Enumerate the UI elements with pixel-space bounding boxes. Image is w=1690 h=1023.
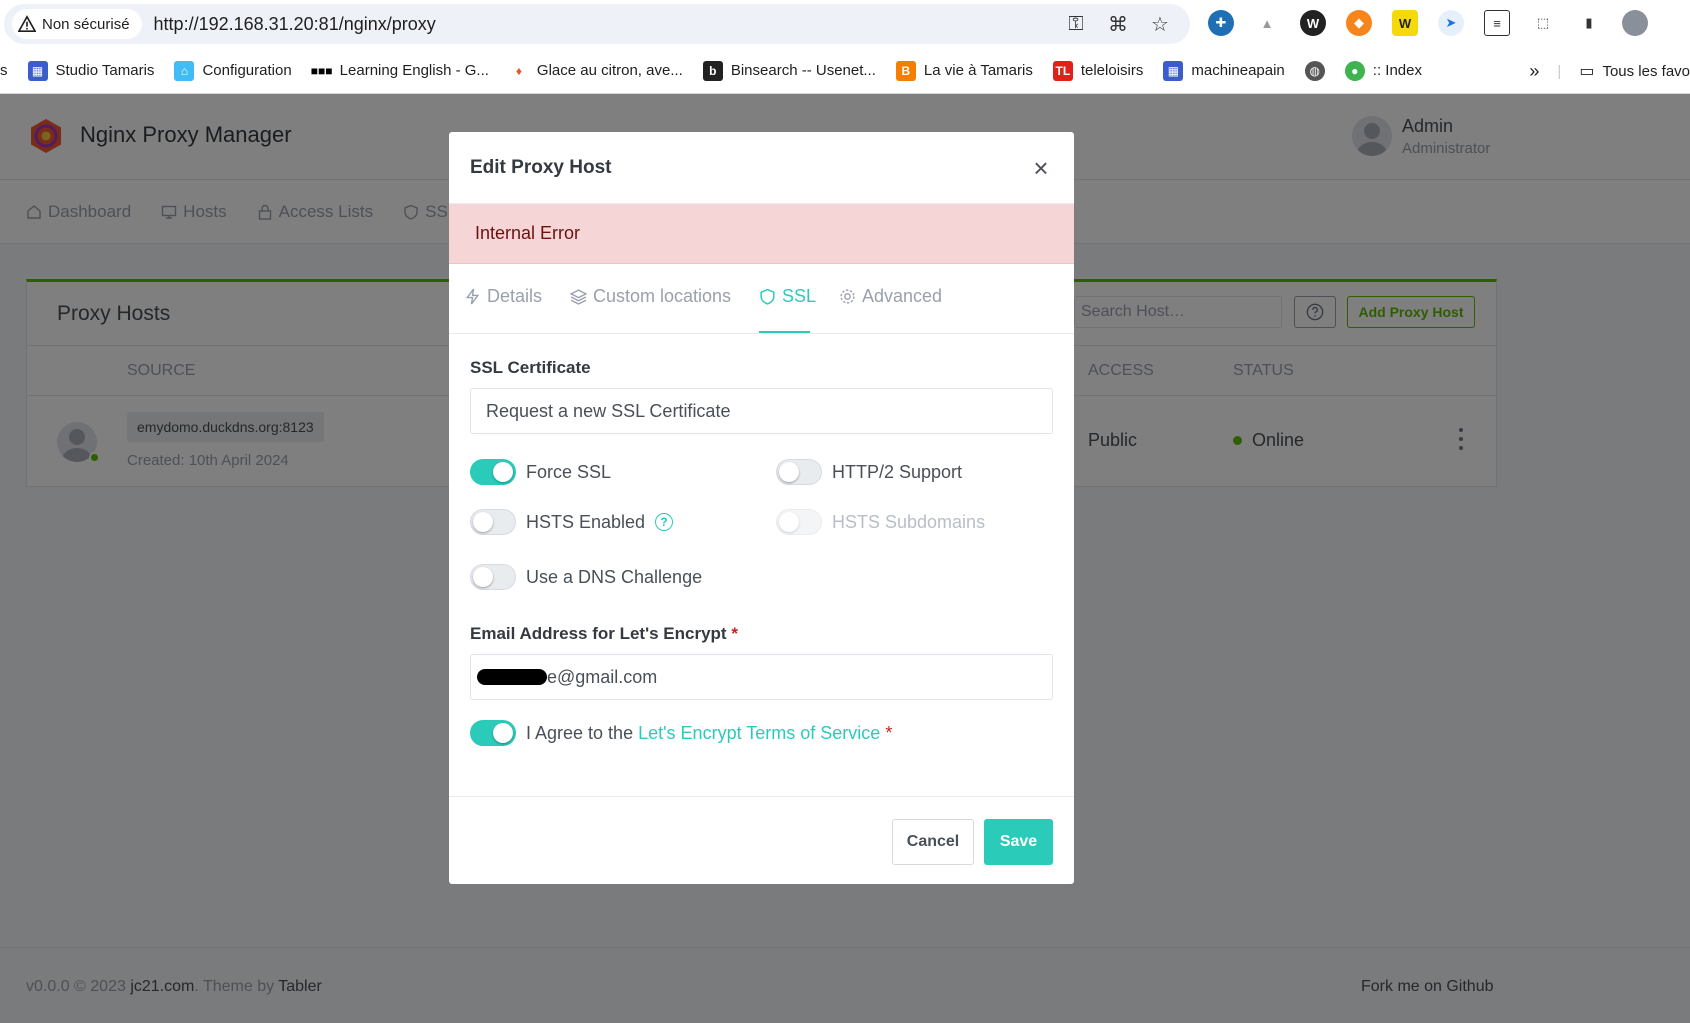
shield-icon xyxy=(760,288,775,305)
layers-icon xyxy=(570,289,587,305)
dns-challenge-switch[interactable] xyxy=(470,564,516,590)
modal-tabs: Details Custom locations SSL Advanced xyxy=(449,264,1074,334)
email-label: Email Address for Let's Encrypt * xyxy=(470,624,738,643)
hsts-subdomains-toggle: HSTS Subdomains xyxy=(776,509,985,535)
bookmark-item[interactable]: s xyxy=(0,62,8,79)
force-ssl-toggle[interactable]: Force SSL xyxy=(470,459,611,485)
puzzle-extension-icon[interactable]: ⬚ xyxy=(1530,10,1556,36)
modal-footer: Cancel Save xyxy=(449,796,1074,884)
binsearch-icon: b xyxy=(702,60,723,81)
bookmark-item[interactable]: ▦ Studio Tamaris xyxy=(27,60,154,81)
translate-icon[interactable]: ⌘ xyxy=(1106,12,1130,36)
error-alert: Internal Error xyxy=(449,204,1074,264)
agree-tos-label: I Agree to the Let's Encrypt Terms of Se… xyxy=(526,722,893,743)
blogger-icon: B xyxy=(895,60,916,81)
dns-challenge-toggle[interactable]: Use a DNS Challenge xyxy=(470,564,702,590)
bookmarks-bar: s ▦ Studio Tamaris ⌂ Configuration ■■■ Lear… xyxy=(0,48,1690,94)
edit-proxy-host-modal: Edit Proxy Host × Internal Error Details… xyxy=(449,132,1074,884)
green-circle-icon: ● xyxy=(1344,60,1365,81)
bookmark-item[interactable]: ●:: Index xyxy=(1344,60,1422,81)
help-icon[interactable]: ? xyxy=(655,513,674,531)
extension-icon[interactable]: ✚ xyxy=(1208,10,1234,36)
wordpress-extension-icon[interactable]: W xyxy=(1300,10,1326,36)
w-extension-icon[interactable]: W xyxy=(1392,10,1418,36)
hsts-subdomains-switch xyxy=(776,509,822,535)
error-message: Internal Error xyxy=(475,223,581,243)
agree-tos-toggle[interactable]: I Agree to the Let's Encrypt Terms of Se… xyxy=(470,720,892,746)
modal-title: Edit Proxy Host xyxy=(470,157,612,178)
all-bookmarks[interactable]: ▭ Tous les favo xyxy=(1579,61,1690,81)
email-input[interactable]: e@gmail.com xyxy=(470,654,1053,700)
security-chip[interactable]: Non sécurisé xyxy=(12,9,142,39)
save-button[interactable]: Save xyxy=(984,819,1053,865)
lightning-icon xyxy=(465,288,480,305)
bookmark-item[interactable]: TL teleloisirs xyxy=(1052,60,1143,81)
cancel-button[interactable]: Cancel xyxy=(892,819,974,865)
folder-icon: ▭ xyxy=(1579,63,1595,80)
bookmark-item[interactable]: ■■■ Learning English - G... xyxy=(311,60,489,81)
bookmark-item[interactable]: ♦ Glace au citron, ave... xyxy=(508,60,683,81)
tab-advanced[interactable]: Advanced xyxy=(839,286,942,307)
agree-tos-switch[interactable] xyxy=(470,720,516,746)
calendar-icon: ▦ xyxy=(1163,60,1184,81)
tos-link[interactable]: Let's Encrypt Terms of Service xyxy=(638,723,880,743)
url-text[interactable]: http://192.168.31.20:81/nginx/proxy xyxy=(154,14,436,35)
star-icon[interactable]: ☆ xyxy=(1148,12,1172,36)
hsts-enabled-toggle[interactable]: HSTS Enabled ? xyxy=(470,509,674,535)
ssl-certificate-label: SSL Certificate xyxy=(470,358,591,377)
redaction-mark xyxy=(477,669,547,686)
browser-toolbar: Non sécurisé http://192.168.31.20:81/ngi… xyxy=(0,0,1690,48)
dots-icon: ■■■ xyxy=(311,60,333,81)
warning-icon xyxy=(18,15,36,33)
hsts-switch[interactable] xyxy=(470,509,516,535)
bookmark-item[interactable]: ⌂ Configuration xyxy=(174,60,292,81)
key-icon[interactable]: ⚿ xyxy=(1064,12,1088,36)
mountain-extension-icon[interactable]: ▲ xyxy=(1254,10,1280,36)
bookmark-item[interactable]: ◍ xyxy=(1304,60,1325,81)
reader-extension-icon[interactable]: ≡ xyxy=(1484,10,1510,36)
teleloisirs-icon: TL xyxy=(1052,60,1073,81)
http2-switch[interactable] xyxy=(776,459,822,485)
bookmark-item[interactable]: B La vie à Tamaris xyxy=(895,60,1033,81)
security-label: Non sécurisé xyxy=(42,15,130,33)
home-assistant-icon: ⌂ xyxy=(174,60,195,81)
close-icon[interactable]: × xyxy=(1027,153,1055,183)
side-panel-icon[interactable]: ▮ xyxy=(1576,10,1602,36)
tab-details[interactable]: Details xyxy=(464,286,542,307)
tab-custom-locations[interactable]: Custom locations xyxy=(570,286,731,307)
force-ssl-switch[interactable] xyxy=(470,459,516,485)
metamask-extension-icon[interactable]: ◆ xyxy=(1346,10,1372,36)
address-bar[interactable]: Non sécurisé http://192.168.31.20:81/ngi… xyxy=(4,4,1190,44)
tab-ssl[interactable]: SSL xyxy=(759,286,816,307)
profile-avatar[interactable] xyxy=(1622,10,1648,36)
gear-icon xyxy=(840,289,855,304)
globe-icon: ◍ xyxy=(1304,60,1325,81)
blue-extension-icon[interactable]: ➤ xyxy=(1438,10,1464,36)
ssl-certificate-select[interactable]: Request a new SSL Certificate xyxy=(470,388,1053,434)
http2-support-toggle[interactable]: HTTP/2 Support xyxy=(776,459,962,485)
bookmark-item[interactable]: ▦ machineapain xyxy=(1163,60,1285,81)
calendar-icon: ▦ xyxy=(27,60,48,81)
divider: | xyxy=(1557,62,1562,80)
fire-icon: ♦ xyxy=(508,60,529,81)
bookmark-item[interactable]: b Binsearch -- Usenet... xyxy=(702,60,876,81)
chevron-double-right-icon[interactable]: » xyxy=(1529,61,1539,82)
active-tab-indicator xyxy=(759,331,810,333)
